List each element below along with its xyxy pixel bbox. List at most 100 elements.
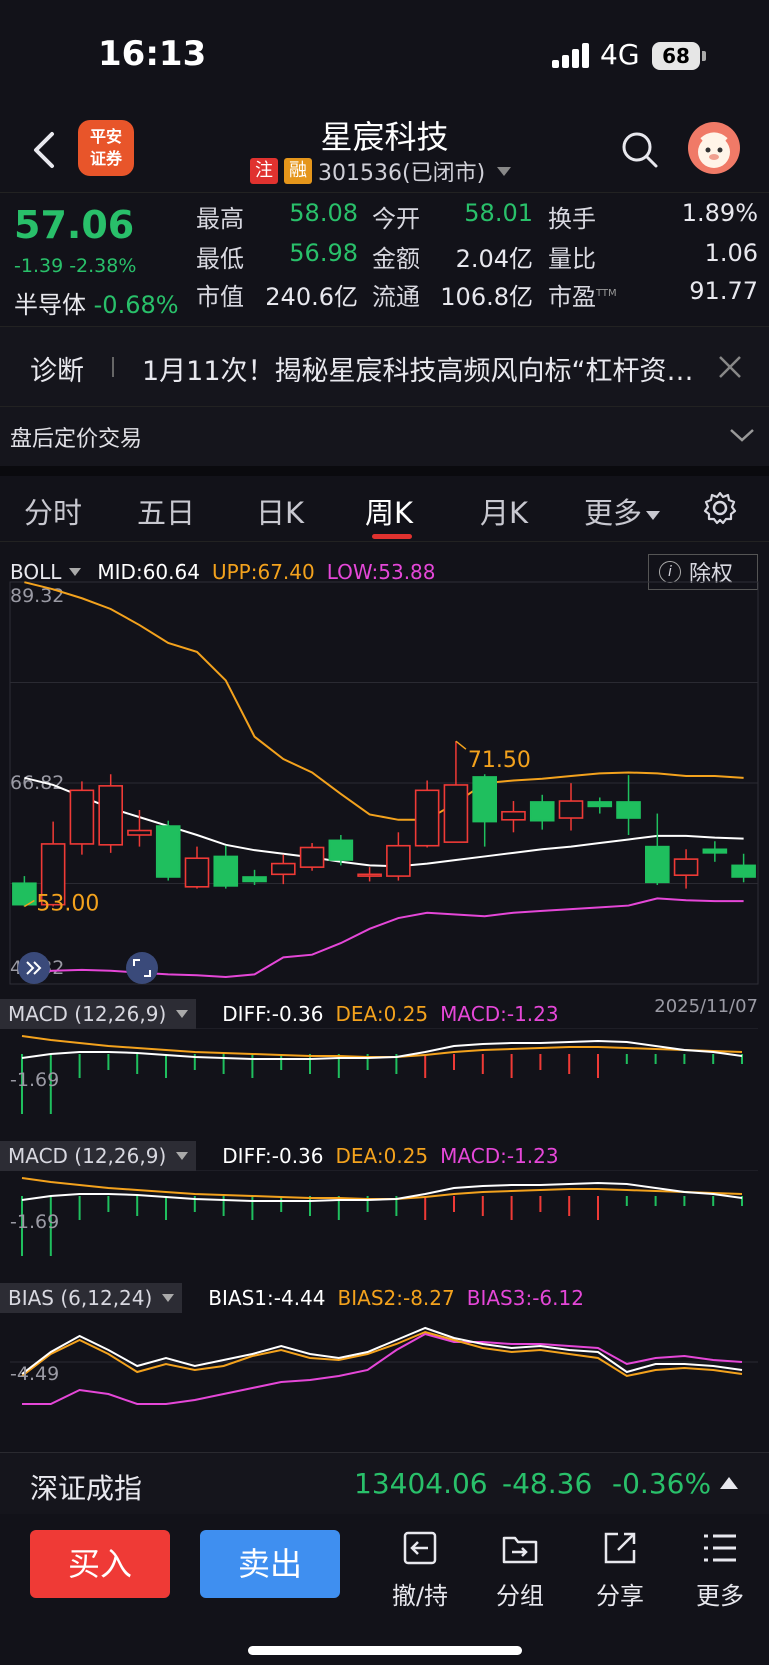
candle-body: [69, 789, 95, 845]
candle-body: [558, 800, 584, 819]
folder-icon: [502, 1536, 538, 1564]
chevron-down-icon[interactable]: [728, 425, 756, 445]
after-hours-trading[interactable]: 盘后定价交易: [0, 406, 769, 466]
quote-value: 56.98: [289, 239, 358, 267]
candle-body: [127, 829, 152, 836]
candle-body: [242, 876, 267, 883]
candle-body: [328, 839, 354, 861]
diagnosis-text[interactable]: 1月11次！揭秘星宸科技高频风向标“杠杆资金”: [142, 349, 702, 388]
macd-chart[interactable]: -1.69: [0, 1170, 769, 1270]
y-axis-label: -1.69: [10, 1211, 59, 1233]
candle-body: [731, 864, 756, 878]
candlestick-chart[interactable]: 89.3266.8244.3271.5053.002025/05/232025/…: [0, 568, 769, 1028]
index-change-pct: -0.36%: [612, 1467, 712, 1500]
price-change: -1.39 -2.38%: [14, 255, 137, 277]
quote-value: 106.8亿: [440, 283, 533, 311]
section-gap: [0, 466, 769, 476]
stock-code-line[interactable]: 注 融 301536(已闭市): [250, 156, 512, 186]
tab-five-day[interactable]: 五日: [137, 490, 195, 532]
cancel-hold-button[interactable]: 撤/持: [380, 1528, 460, 1611]
gear-icon[interactable]: [702, 490, 738, 526]
max-price-label: 71.50: [468, 748, 531, 773]
period-tabs: 分时 五日 日K 周K 月K 更多: [0, 476, 769, 542]
battery-tip: [702, 51, 706, 61]
dea-line: [21, 1177, 743, 1200]
margin-tag: 融: [284, 158, 312, 184]
macd-dea: DEA:0.25: [335, 1002, 429, 1026]
indicator-selector[interactable]: MACD (12,26,9): [0, 1141, 197, 1171]
fullscreen-icon[interactable]: [126, 952, 158, 984]
candle-body: [213, 855, 239, 887]
macd-dea: DEA:0.25: [335, 1144, 429, 1168]
macd-diff: DIFF:-0.36: [222, 1144, 324, 1168]
macd-value: MACD:-1.23: [440, 1002, 559, 1026]
boll-upper-line: [24, 581, 744, 821]
tab-more[interactable]: 更多: [584, 490, 661, 532]
tab-daily-k[interactable]: 日K: [256, 490, 304, 532]
y-axis-label: -1.69: [10, 1069, 59, 1091]
quote-label: 金额: [372, 245, 420, 273]
sell-button[interactable]: 卖出: [200, 1530, 340, 1598]
indicator-selector[interactable]: MACD (12,26,9): [0, 999, 197, 1029]
stock-header: 平安 证券 星宸科技 注 融 301536(已闭市): [0, 110, 769, 192]
divider: [112, 357, 114, 377]
index-ticker[interactable]: 深证成指 13404.06 -48.36 -0.36%: [0, 1452, 769, 1514]
sector-info[interactable]: 半导体 -0.68%: [14, 285, 179, 320]
close-icon[interactable]: [716, 353, 744, 381]
candle-body: [644, 845, 670, 884]
registration-tag: 注: [250, 158, 278, 184]
avatar[interactable]: [688, 122, 740, 174]
signal-icon: [552, 42, 592, 68]
status-time: 16:13: [98, 34, 207, 74]
bias3: BIAS3:-6.12: [466, 1286, 584, 1310]
candle-body: [299, 846, 325, 868]
active-tab-indicator: [372, 534, 412, 539]
quote-value: 58.08: [289, 199, 358, 227]
x-axis-end-date: 2025/11/07: [654, 996, 758, 1017]
diagnosis-banner[interactable]: 诊断 1月11次！揭秘星宸科技高频风向标“杠杆资金”: [0, 326, 769, 406]
more-label: 更多: [696, 1582, 744, 1610]
group-button[interactable]: 分组: [480, 1528, 560, 1611]
quote-label: 市值: [196, 283, 244, 311]
candle-body: [443, 784, 469, 843]
quote-label: 流通: [372, 283, 420, 311]
quote-label: 今开: [372, 205, 420, 233]
quote-value: 240.6亿: [265, 283, 358, 311]
macd-diff: DIFF:-0.36: [222, 1002, 324, 1026]
tab-intraday[interactable]: 分时: [24, 490, 82, 532]
caret-down-icon: [646, 510, 661, 520]
expand-up-icon[interactable]: [720, 1477, 738, 1489]
quote-label: 最低: [196, 245, 244, 273]
quote-value: 2.04亿: [455, 245, 533, 273]
after-hours-label: 盘后定价交易: [10, 427, 143, 452]
buy-button[interactable]: 买入: [30, 1530, 170, 1598]
battery-icon: 68: [652, 42, 700, 70]
share-label: 分享: [596, 1582, 644, 1610]
caret-down-icon: [176, 1010, 189, 1018]
index-name: 深证成指: [30, 1472, 143, 1505]
menu-icon: [704, 1534, 736, 1562]
min-price-label: 53.00: [36, 891, 99, 916]
bias-chart[interactable]: -4.49: [0, 1314, 769, 1452]
chevron-down-icon: [497, 166, 512, 176]
quote-label: 换手: [548, 205, 596, 233]
tab-monthly-k[interactable]: 月K: [480, 490, 528, 532]
share-button[interactable]: 分享: [580, 1528, 660, 1611]
more-button[interactable]: 更多: [680, 1528, 760, 1611]
candle-body: [386, 844, 411, 877]
tab-weekly-k[interactable]: 周K: [365, 490, 413, 532]
diagnosis-label: 诊断: [30, 356, 84, 387]
boll-mid-line: [24, 776, 744, 868]
macd-chart[interactable]: -1.69: [0, 1028, 769, 1128]
quote-label: 市盈TTM: [548, 283, 617, 311]
search-icon[interactable]: [620, 130, 660, 170]
indicator-selector[interactable]: BIAS (6,12,24): [0, 1283, 183, 1313]
bias1: BIAS1:-4.44: [208, 1286, 326, 1310]
max-pointer: [455, 740, 467, 750]
group-label: 分组: [496, 1582, 544, 1610]
candle-body: [587, 801, 613, 808]
caret-down-icon: [162, 1294, 175, 1302]
macd-legend-2: MACD (12,26,9) DIFF:-0.36 DEA:0.25 MACD:…: [0, 1140, 559, 1172]
quote-panel: 57.06 -1.39 -2.38% 半导体 -0.68% 最高 58.08 今开 5…: [0, 192, 769, 326]
status-bar: 16:13 4G 68: [0, 0, 769, 110]
